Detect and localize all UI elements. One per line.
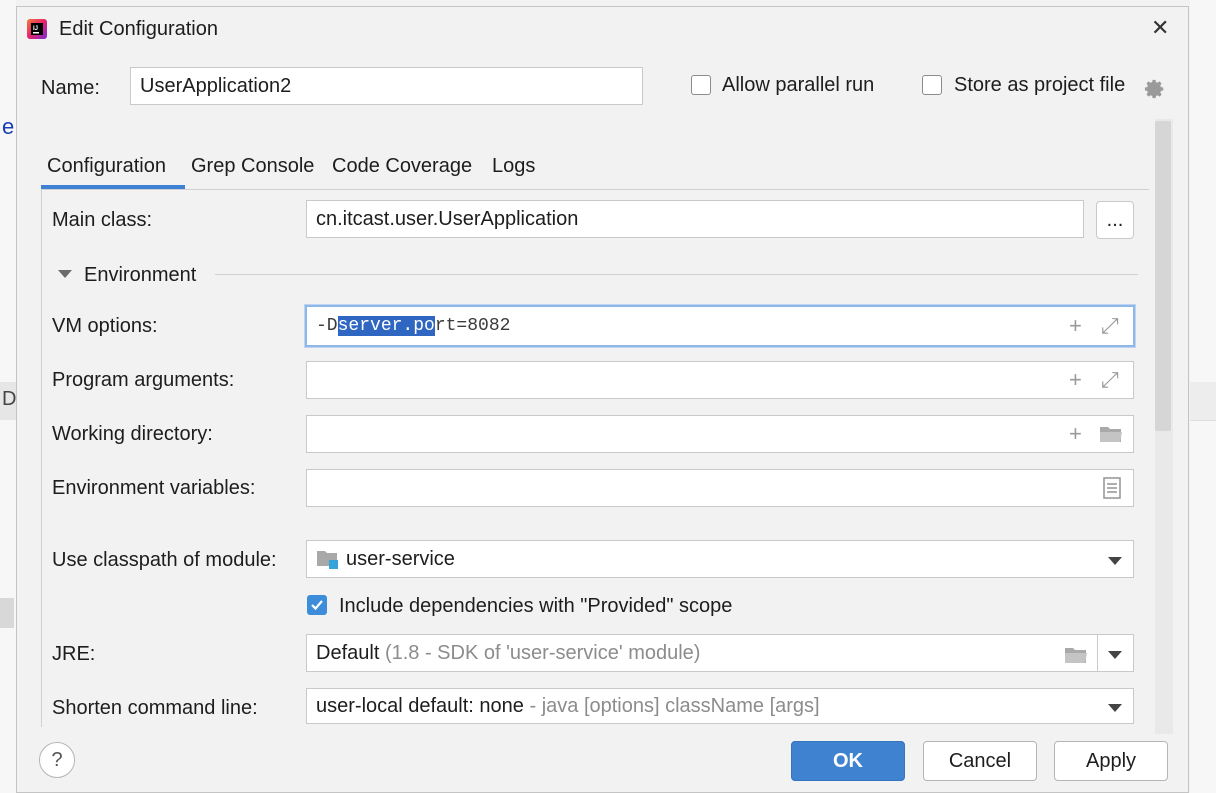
expand-icon[interactable]: ⤢ [1101,315,1119,337]
add-icon[interactable]: + [1069,369,1082,391]
working-directory-input[interactable] [306,415,1134,453]
include-dependencies-checkbox[interactable] [307,595,327,615]
allow-parallel-run-checkbox[interactable] [691,75,711,95]
cancel-button[interactable]: Cancel [923,741,1037,781]
tab-logs[interactable]: Logs [492,155,535,178]
chevron-down-icon[interactable] [1108,651,1122,659]
name-input-value: UserApplication2 [140,74,292,97]
expand-icon[interactable]: ⤢ [1101,369,1119,391]
field-divider [1097,635,1098,671]
gear-icon[interactable] [1144,78,1166,100]
browse-main-class-button[interactable]: ... [1096,201,1134,239]
background-text: e [2,114,15,139]
name-input[interactable]: UserApplication2 [130,67,643,105]
shorten-command-line-hint: - java [options] className [args] [529,694,820,717]
shorten-command-line-select[interactable]: user-local default: none - java [options… [306,688,1134,724]
name-label: Name: [41,77,100,99]
intellij-app-icon: IJ [27,19,47,39]
working-directory-label: Working directory: [52,423,213,445]
include-dependencies-label: Include dependencies with "Provided" sco… [339,595,733,617]
ok-button-label: OK [833,749,863,772]
cancel-button-label: Cancel [948,749,1012,772]
background-text: D [2,388,17,410]
add-icon[interactable]: + [1069,423,1082,445]
background-strip [1190,382,1216,420]
environment-variables-input[interactable] [306,469,1134,507]
scrollbar-thumb[interactable] [1155,121,1171,431]
vm-options-input[interactable]: -D server.po rt=8082 [305,305,1135,347]
chevron-down-icon[interactable] [1108,557,1122,565]
jre-label: JRE: [52,643,96,665]
svg-text:IJ: IJ [33,26,38,32]
vm-options-text-selection: server.po [337,316,435,336]
background-strip [1190,420,1216,501]
browse-button-label: ... [1106,208,1124,231]
main-class-value: cn.itcast.user.UserApplication [316,207,579,230]
document-icon[interactable] [1103,477,1121,499]
environment-variables-label: Environment variables: [52,477,256,499]
ok-button[interactable]: OK [791,741,905,781]
shorten-command-line-label: Shorten command line: [52,697,258,719]
jre-select[interactable]: Default (1.8 - SDK of 'user-service' mod… [306,634,1134,672]
module-folder-icon [317,551,338,569]
close-icon[interactable]: ✕ [1151,15,1169,41]
tab-configuration[interactable]: Configuration [47,155,166,178]
classpath-module-value: user-service [346,547,455,570]
store-as-project-file-checkbox[interactable] [922,75,942,95]
store-as-project-file-label: Store as project file [954,74,1126,96]
shorten-command-line-value: user-local default: none [316,694,524,717]
main-class-label: Main class: [52,209,153,231]
help-icon: ? [51,748,63,771]
program-arguments-input[interactable] [306,361,1134,399]
vm-options-text-prefix: -D [316,316,338,336]
dialog-title: Edit Configuration [59,18,218,40]
main-class-input[interactable]: cn.itcast.user.UserApplication [306,200,1084,238]
section-divider [215,274,1138,275]
edit-configuration-dialog: IJ Edit Configuration ✕ Name: UserApplic… [16,6,1189,793]
jre-hint: (1.8 - SDK of 'user-service' module) [384,641,701,664]
folder-icon[interactable] [1064,645,1088,665]
background-right [1190,0,1216,793]
help-button[interactable]: ? [39,742,75,778]
classpath-module-label: Use classpath of module: [52,549,277,571]
vm-options-text-suffix: rt=8082 [434,316,511,336]
apply-button[interactable]: Apply [1054,741,1168,781]
environment-section-title[interactable]: Environment [84,264,196,287]
allow-parallel-run-label: Allow parallel run [722,74,875,96]
collapse-triangle-icon[interactable] [58,270,72,278]
classpath-module-select[interactable]: user-service [306,540,1134,578]
background-left: e D [0,0,16,793]
apply-button-label: Apply [1085,749,1137,772]
background-strip [0,598,14,628]
vm-options-label: VM options: [52,315,158,337]
tab-code-coverage[interactable]: Code Coverage [332,155,472,178]
chevron-down-icon[interactable] [1108,704,1122,712]
add-icon[interactable]: + [1069,315,1082,337]
jre-value: Default [316,641,380,664]
tab-grep-console[interactable]: Grep Console [191,155,314,178]
program-arguments-label: Program arguments: [52,369,235,391]
folder-icon[interactable] [1099,424,1123,444]
